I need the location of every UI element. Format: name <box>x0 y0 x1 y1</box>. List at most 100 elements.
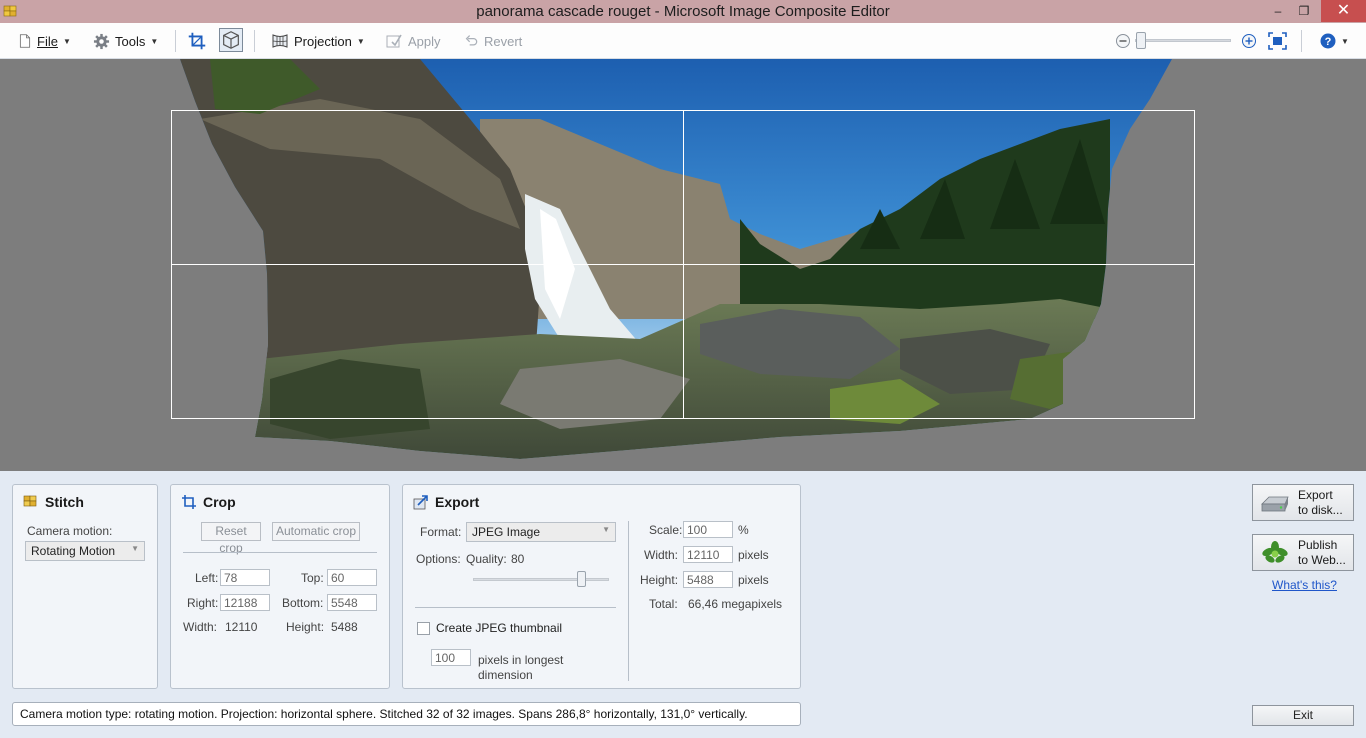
total-label: Total: <box>649 597 678 611</box>
new-file-icon <box>19 34 31 48</box>
projection-menu[interactable]: Projection ▼ <box>271 29 365 53</box>
crop-left-label: Left: <box>195 571 219 585</box>
scale-unit: % <box>738 523 749 537</box>
revert-button[interactable]: Revert <box>465 29 522 53</box>
export-width-field[interactable]: 12110 <box>683 546 733 563</box>
apply-button[interactable]: Apply <box>385 29 441 53</box>
chevron-down-icon: ▼ <box>602 525 610 534</box>
export-panel-title: Export <box>413 494 479 510</box>
crop-top-label: Top: <box>301 571 324 585</box>
zoom-slider-thumb[interactable] <box>1136 32 1146 49</box>
export-title-text: Export <box>435 494 480 510</box>
camera-motion-value: Rotating Motion <box>31 544 116 558</box>
options-label: Options: <box>416 552 461 566</box>
toolbar-separator <box>1301 30 1302 52</box>
hard-disk-icon <box>1261 496 1289 512</box>
chevron-down-icon: ▼ <box>62 36 71 46</box>
publish-to-web-button[interactable]: Publish to Web... <box>1252 534 1354 571</box>
tools-menu[interactable]: Tools ▼ <box>93 29 158 53</box>
export-to-disk-button[interactable]: Export to disk... <box>1252 484 1354 521</box>
zoom-slider-track[interactable] <box>1135 39 1231 42</box>
quality-slider-track[interactable] <box>473 578 609 581</box>
total-value: 66,46 megapixels <box>688 597 783 611</box>
fit-to-window-icon[interactable] <box>1268 32 1287 50</box>
crop-right-label: Right: <box>187 596 219 610</box>
camera-motion-select[interactable]: Rotating Motion ▼ <box>25 541 145 561</box>
export-panel: Export Format: JPEG Image ▼ Options: Qua… <box>402 484 801 689</box>
status-bar: Camera motion type: rotating motion. Pro… <box>12 702 801 726</box>
projection-grid-icon <box>272 34 288 48</box>
chevron-down-icon: ▼ <box>1341 36 1349 46</box>
apply-icon <box>386 34 402 48</box>
crop-panel: Crop Reset crop Automatic crop Left: 78 … <box>170 484 390 689</box>
restore-button[interactable]: ❐ <box>1291 0 1317 22</box>
export-vertical-divider <box>628 521 629 681</box>
export-height-field[interactable]: 5488 <box>683 571 733 588</box>
crop-width-value: 12110 <box>225 620 258 634</box>
crop-grid-horizontal-line <box>172 264 1194 265</box>
quality-slider-thumb[interactable] <box>577 571 587 587</box>
quality-value: 80 <box>511 552 525 566</box>
publish-web-icon <box>1262 541 1288 563</box>
exit-button[interactable]: Exit <box>1252 705 1354 726</box>
title-bar: panorama cascade rouget - Microsoft Imag… <box>0 0 1366 23</box>
thumbnail-pixels-field[interactable]: 100 <box>431 649 471 666</box>
help-menu[interactable]: ? ▼ <box>1320 29 1349 53</box>
revert-button-label: Revert <box>484 33 523 49</box>
orientation-tool-button[interactable] <box>219 28 243 52</box>
crop-icon <box>182 495 196 509</box>
thumbnail-pixels-label: pixels in longest <box>478 653 564 667</box>
publish-line2: to Web... <box>1298 553 1346 567</box>
crop-icon <box>188 32 206 50</box>
crop-top-field[interactable]: 60 <box>327 569 377 586</box>
window-title: panorama cascade rouget - Microsoft Imag… <box>476 3 890 20</box>
toolbar-separator <box>175 30 176 52</box>
zoom-out-icon[interactable] <box>1115 33 1131 49</box>
crop-tool-button[interactable] <box>185 29 209 53</box>
format-value: JPEG Image <box>472 525 541 539</box>
export-icon <box>413 495 428 510</box>
create-thumbnail-checkbox[interactable] <box>417 622 430 635</box>
scale-label: Scale: <box>649 523 683 537</box>
apply-button-label: Apply <box>408 33 441 49</box>
zoom-in-icon[interactable] <box>1241 33 1257 49</box>
chevron-down-icon: ▼ <box>131 544 139 553</box>
tools-menu-label: Tools <box>115 33 146 49</box>
file-menu[interactable]: File ▼ <box>18 29 71 53</box>
crop-right-field[interactable]: 12188 <box>220 594 270 611</box>
export-height-label: Height: <box>640 573 679 587</box>
crop-bottom-field[interactable]: 5548 <box>327 594 377 611</box>
crop-left-field[interactable]: 78 <box>220 569 270 586</box>
cube-icon <box>223 31 239 49</box>
create-thumbnail-label: Create JPEG thumbnail <box>436 621 563 635</box>
crop-height-value: 5488 <box>331 620 358 634</box>
scale-field[interactable]: 100 <box>683 521 733 538</box>
chevron-down-icon: ▼ <box>356 36 365 46</box>
stitch-panel: Stitch Camera motion: Rotating Motion ▼ <box>12 484 158 689</box>
quality-label: Quality: <box>466 552 507 566</box>
revert-icon <box>465 35 478 46</box>
projection-menu-label: Projection <box>294 33 352 49</box>
crop-panel-title: Crop <box>181 494 236 510</box>
close-button[interactable]: ✕ <box>1321 0 1366 22</box>
stitch-title-text: Stitch <box>45 494 84 510</box>
publish-line1: Publish <box>1298 538 1338 552</box>
format-select[interactable]: JPEG Image ▼ <box>466 522 616 542</box>
export-width-unit: pixels <box>738 548 769 562</box>
gear-icon <box>93 33 110 49</box>
panorama-canvas[interactable] <box>0 59 1366 471</box>
minimize-button[interactable]: – <box>1265 0 1291 22</box>
export-height-unit: pixels <box>738 573 769 587</box>
crop-width-label: Width: <box>183 620 218 634</box>
crop-title-text: Crop <box>203 494 236 510</box>
crop-divider <box>183 552 377 553</box>
automatic-crop-button[interactable]: Automatic crop <box>272 522 360 541</box>
whats-this-link[interactable]: What's this? <box>1272 578 1337 592</box>
reset-crop-button[interactable]: Reset crop <box>201 522 261 555</box>
crop-height-label: Height: <box>286 620 325 634</box>
toolbar-separator <box>254 30 255 52</box>
export-disk-line2: to disk... <box>1298 503 1343 517</box>
crop-frame[interactable] <box>171 110 1195 419</box>
chevron-down-icon: ▼ <box>150 36 159 46</box>
export-width-label: Width: <box>644 548 679 562</box>
